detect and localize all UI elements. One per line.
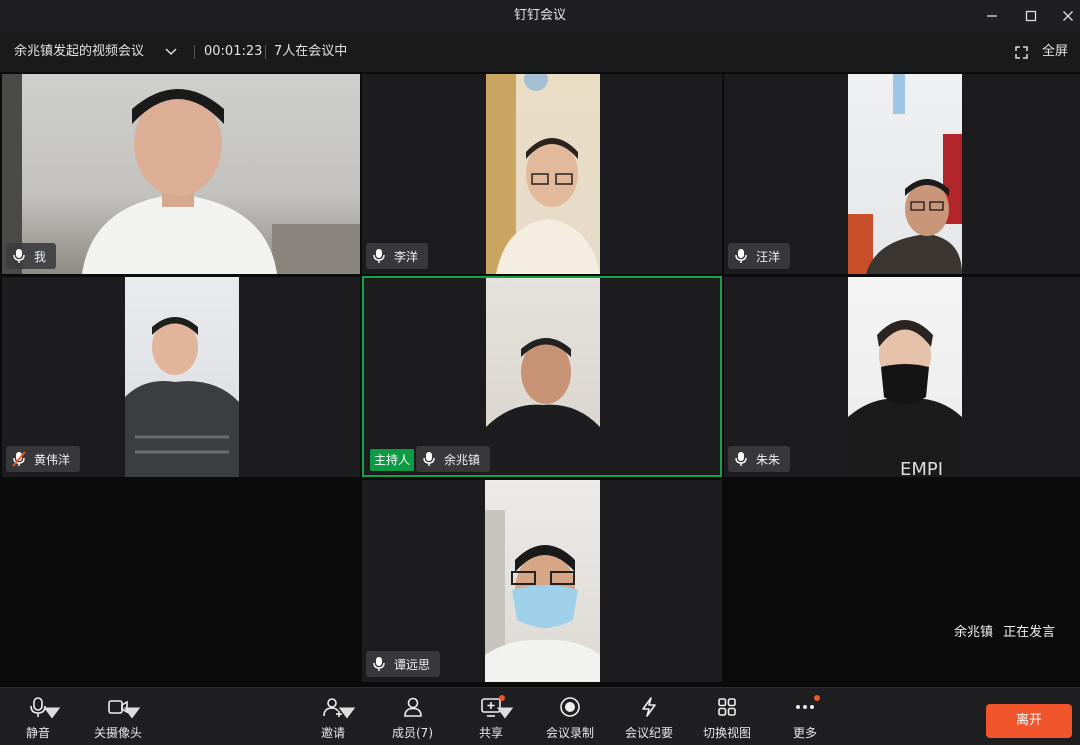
video-tile-huang-weiyang[interactable]: 黄伟洋 (2, 277, 360, 477)
mic-icon (373, 249, 385, 263)
participant-video (125, 317, 239, 477)
members-icon (403, 697, 422, 717)
participant-name-bar: 余兆镇 (416, 446, 491, 472)
record-button[interactable]: 会议录制 (546, 694, 594, 744)
speaking-speaker-name: 余兆镇 (954, 625, 994, 640)
notification-dot (814, 695, 820, 701)
svg-text:EMPI: EMPI (900, 459, 943, 477)
maximize-button[interactable] (1011, 0, 1051, 32)
window-title: 钉钉会议 (513, 8, 566, 23)
participant-name: 我 (34, 249, 47, 264)
video-tile-tan-yuansi[interactable]: 谭远思 (362, 480, 722, 682)
video-tile-li-yang[interactable]: 李洋 (362, 74, 722, 274)
participant-name: 黄伟洋 (34, 452, 71, 467)
participant-video (486, 338, 600, 477)
meeting-duration: 00:01:23 (204, 44, 263, 59)
participant-count: 7人在会议中 (274, 44, 348, 59)
lightning-icon (642, 697, 656, 717)
participant-video (848, 74, 962, 274)
mic-icon (373, 657, 385, 671)
participant-video (485, 510, 600, 682)
mic-icon (735, 249, 747, 263)
close-icon (1063, 11, 1073, 21)
minimize-button[interactable] (972, 0, 1012, 32)
mute-label: 静音 (26, 726, 51, 740)
mic-icon (735, 452, 747, 466)
title-bar: 钉钉会议 (0, 0, 1080, 32)
fullscreen-icon[interactable] (1015, 46, 1028, 59)
members-label: 成员(7) (392, 726, 433, 740)
participant-name: 李洋 (394, 249, 419, 264)
switch-view-button[interactable]: 切换视图 (703, 694, 751, 744)
speaking-status: 余兆镇 正在发言 (954, 621, 1055, 640)
caret-down-icon[interactable] (121, 702, 143, 724)
leave-button[interactable]: 离开 (986, 704, 1072, 738)
share-label: 共享 (479, 726, 504, 740)
video-feed: EMPI (848, 277, 962, 477)
notification-dot (499, 695, 505, 701)
mic-icon (13, 249, 25, 263)
video-feed (486, 74, 600, 274)
mic-muted-icon (12, 451, 26, 467)
switch-view-label: 切换视图 (703, 726, 752, 740)
participant-video: EMPI (848, 320, 962, 477)
meeting-info-bar: 余兆镇发起的视频会议 00:01:23 7人在会议中 全屏 (0, 32, 1080, 72)
record-label: 会议录制 (546, 726, 595, 740)
camera-off-button[interactable]: 关摄像头 (94, 694, 142, 744)
caret-down-icon[interactable] (494, 702, 516, 724)
video-feed (848, 74, 962, 274)
fullscreen-button[interactable]: 全屏 (1042, 32, 1068, 72)
participant-name-bar: 谭远思 (366, 651, 441, 677)
record-icon (560, 697, 580, 717)
caret-down-icon[interactable] (41, 702, 63, 724)
more-button[interactable]: 更多 (793, 694, 820, 744)
mute-button[interactable]: 静音 (26, 694, 61, 744)
video-feed (485, 480, 600, 682)
video-tile-yu-zhaozhen[interactable]: 主持人 余兆镇 (362, 277, 722, 477)
video-feed (125, 277, 239, 477)
meeting-name[interactable]: 余兆镇发起的视频会议 (14, 32, 144, 72)
video-tile-zhu-zhu[interactable]: EMPI 朱朱 (724, 277, 1080, 477)
participant-video (486, 74, 600, 274)
mic-icon (423, 452, 435, 466)
minimize-icon (987, 15, 997, 17)
participant-name-bar: 朱朱 (728, 446, 791, 472)
participant-name-bar: 汪洋 (728, 243, 791, 269)
chevron-down-icon[interactable] (164, 46, 178, 58)
speaking-status-text: 正在发言 (1003, 625, 1056, 640)
video-feed (486, 277, 600, 477)
participant-name: 谭远思 (394, 657, 431, 672)
close-button[interactable] (1048, 0, 1080, 32)
more-icon (796, 705, 814, 709)
caret-down-icon[interactable] (336, 702, 358, 724)
participant-name: 汪洋 (756, 249, 781, 264)
maximize-icon (1025, 10, 1037, 22)
minutes-button[interactable]: 会议纪要 (625, 694, 673, 744)
video-tile-wang-yang[interactable]: 汪洋 (724, 74, 1080, 274)
more-label: 更多 (793, 726, 818, 740)
participant-name-bar: 黄伟洋 (6, 446, 81, 472)
share-button[interactable]: 共享 (479, 694, 514, 744)
invite-button[interactable]: 邀请 (321, 694, 356, 744)
participant-name: 余兆镇 (444, 452, 481, 467)
divider (265, 45, 266, 59)
participant-name: 朱朱 (756, 452, 781, 467)
minutes-label: 会议纪要 (625, 726, 674, 740)
video-tile-me[interactable]: 我 (2, 74, 360, 274)
invite-label: 邀请 (321, 726, 346, 740)
participant-name-bar: 我 (6, 243, 57, 269)
host-badge: 主持人 (370, 449, 415, 471)
camera-off-label: 关摄像头 (94, 726, 143, 740)
members-button[interactable]: 成员(7) (392, 694, 433, 744)
grid-view-icon (718, 698, 736, 716)
meeting-toolbar: 静音 关摄像头 邀请 成员(7) 共享 会议录制 会议纪要 切换视图 更多 离开 (0, 687, 1080, 745)
participant-name-bar: 李洋 (366, 243, 429, 269)
divider (194, 45, 195, 59)
